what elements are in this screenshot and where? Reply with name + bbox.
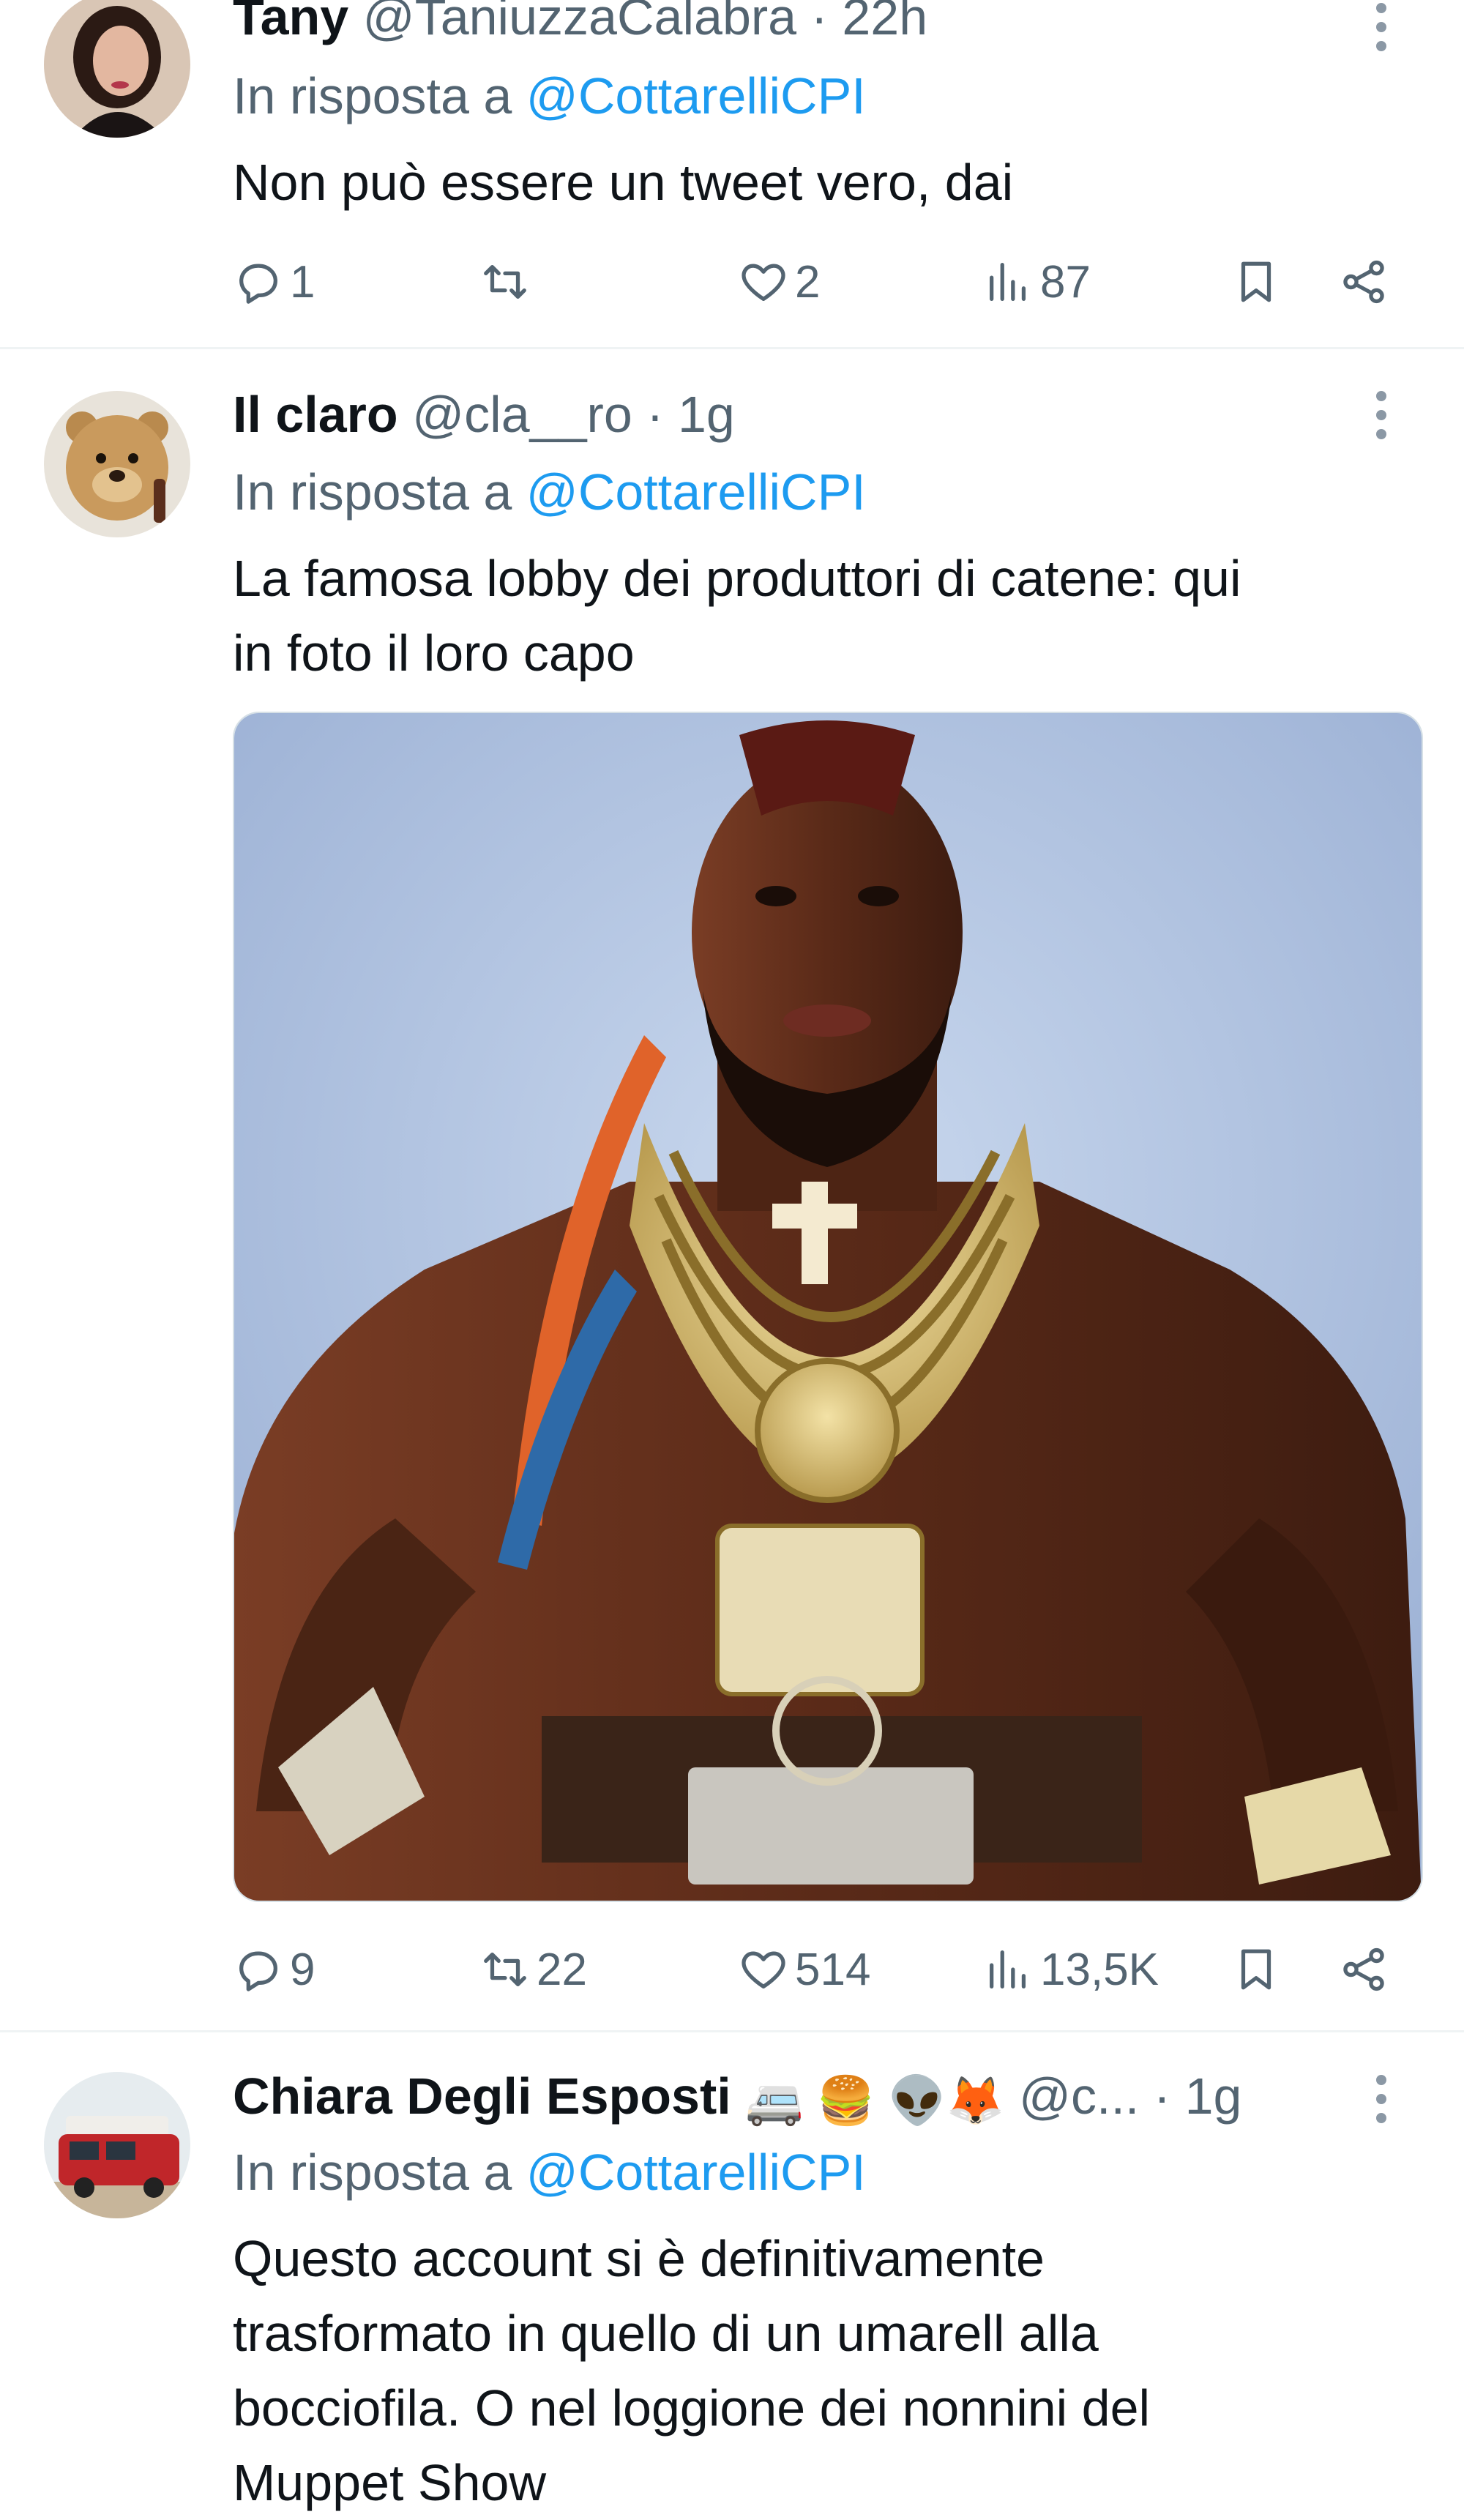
like-button[interactable]: 2: [738, 249, 820, 315]
tweet-1[interactable]: Tany @TaniuzzaCalabra · 22h In risposta …: [0, 0, 1464, 348]
tweet-text: Non può essere un tweet vero, dai: [233, 145, 1404, 220]
bookmark-icon: [1241, 261, 1271, 302]
reply-button[interactable]: 9: [233, 1936, 315, 2002]
reply-context: In risposta a @CottarelliCPI: [233, 70, 866, 122]
share-icon: [1343, 260, 1384, 304]
reply-icon: [239, 264, 277, 304]
reply-button[interactable]: 1: [233, 249, 315, 315]
timestamp[interactable]: · 22h: [811, 0, 928, 45]
tweet-header: Chiara Degli Esposti 🚐 🍔 👽🦊 @c... · 1g: [233, 2070, 1241, 2124]
retweet-count: 22: [537, 1944, 587, 1995]
display-name[interactable]: Chiara Degli Esposti: [233, 2068, 731, 2125]
reply-mention[interactable]: @CottarelliCPI: [526, 2144, 866, 2201]
tweet-text-line: Muppet Show: [233, 2454, 547, 2511]
views-button[interactable]: 13,5K: [983, 1936, 1159, 2002]
tweet-3[interactable]: Chiara Degli Esposti 🚐 🍔 👽🦊 @c... · 1g I…: [0, 2032, 1464, 2516]
reply-prefix: In risposta a: [233, 463, 512, 521]
share-icon: [1343, 1947, 1384, 1991]
tweet-header: Il claro @cla__ro · 1g: [233, 389, 735, 440]
display-name[interactable]: Il claro: [233, 386, 398, 443]
tweet-text-line: bocciofila. O nel loggione dei nonnini d…: [233, 2379, 1151, 2437]
share-button[interactable]: [1338, 1936, 1389, 2002]
reply-count: 1: [290, 256, 315, 307]
bookmark-button[interactable]: [1230, 1936, 1282, 2002]
heart-icon: [742, 264, 785, 301]
tweet-text: Questo account si è definitivamente tras…: [233, 2221, 1404, 2520]
retweet-button[interactable]: 22: [479, 1936, 587, 2002]
tweet-photo[interactable]: [233, 712, 1423, 1902]
tweet-text-line: trasformato in quello di un umarell alla: [233, 2305, 1099, 2362]
timestamp[interactable]: · 1g: [1154, 2068, 1242, 2125]
name-emojis: 🚐 🍔 👽🦊: [745, 2073, 1005, 2127]
reply-count: 9: [290, 1944, 315, 1995]
bookmark-icon: [1241, 1949, 1271, 1990]
like-button[interactable]: 514: [738, 1936, 870, 2002]
bookmark-button[interactable]: [1230, 249, 1282, 315]
reply-context: In risposta a @CottarelliCPI: [233, 466, 866, 518]
reply-mention[interactable]: @CottarelliCPI: [526, 463, 866, 521]
retweet-icon: [484, 264, 526, 299]
reply-mention[interactable]: @CottarelliCPI: [526, 67, 866, 124]
timestamp[interactable]: · 1g: [646, 386, 735, 443]
reply-icon: [239, 1951, 277, 1991]
user-handle[interactable]: @c...: [1019, 2068, 1139, 2125]
heart-icon: [742, 1951, 785, 1988]
views-button[interactable]: 87: [983, 249, 1091, 315]
like-count: 2: [795, 256, 821, 307]
retweet-icon: [484, 1952, 526, 1987]
avatar[interactable]: [44, 0, 190, 138]
reply-context: In risposta a @CottarelliCPI: [233, 2147, 866, 2198]
tweet-text: La famosa lobby dei produttori di catene…: [233, 541, 1404, 690]
tweet-text-line: in foto il loro capo: [233, 625, 635, 682]
tweet-actions: 9 22 514 13,5K: [233, 1936, 1404, 2002]
more-vertical-icon[interactable]: [1376, 3, 1391, 60]
reply-prefix: In risposta a: [233, 2144, 512, 2201]
tweet-2[interactable]: Il claro @cla__ro · 1g In risposta a @Co…: [0, 349, 1464, 2029]
more-vertical-icon[interactable]: [1376, 391, 1391, 448]
user-handle[interactable]: @TaniuzzaCalabra: [363, 0, 796, 45]
tweet-actions: 1 2 87: [233, 249, 1404, 315]
tweet-text-line: Non può essere un tweet vero, dai: [233, 154, 1014, 211]
avatar[interactable]: [44, 2072, 190, 2218]
views-count: 87: [1040, 256, 1091, 307]
reply-prefix: In risposta a: [233, 67, 512, 124]
views-icon: [990, 263, 1026, 301]
tweet-text-line: La famosa lobby dei produttori di catene…: [233, 550, 1241, 607]
like-count: 514: [795, 1944, 871, 1995]
user-handle[interactable]: @cla__ro: [412, 386, 632, 443]
more-vertical-icon[interactable]: [1376, 2075, 1391, 2132]
share-button[interactable]: [1338, 249, 1389, 315]
views-icon: [990, 1950, 1026, 1988]
tweet-header: Tany @TaniuzzaCalabra · 22h: [233, 0, 927, 42]
retweet-button[interactable]: [479, 249, 537, 315]
views-count: 13,5K: [1040, 1944, 1159, 1995]
display-name[interactable]: Tany: [233, 0, 348, 45]
tweet-text-line: Questo account si è definitivamente: [233, 2230, 1045, 2287]
avatar[interactable]: [44, 391, 190, 537]
